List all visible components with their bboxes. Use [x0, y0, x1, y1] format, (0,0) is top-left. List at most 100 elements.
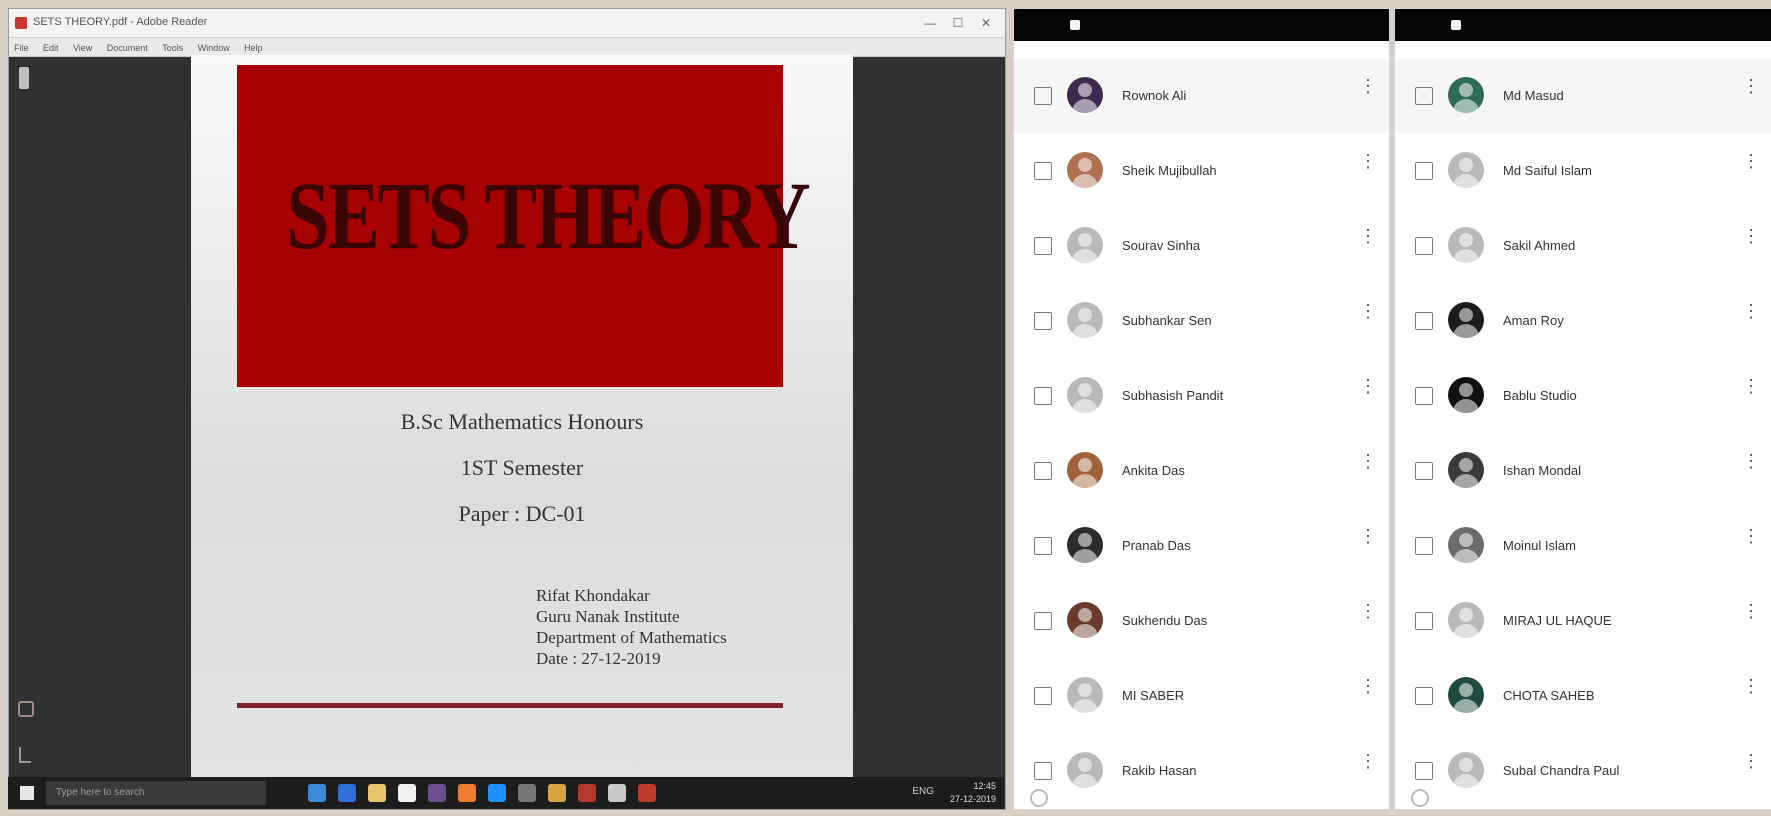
- contact-row[interactable]: Rakib Hasan ⋮: [1014, 734, 1389, 808]
- more-options-icon[interactable]: ⋮: [1359, 152, 1377, 170]
- contact-checkbox[interactable]: [1034, 87, 1052, 105]
- contact-checkbox[interactable]: [1034, 237, 1052, 255]
- taskbar-search-input[interactable]: Type here to search: [46, 781, 266, 805]
- contact-row[interactable]: MI SABER ⋮: [1014, 659, 1389, 733]
- more-options-icon[interactable]: ⋮: [1742, 452, 1760, 470]
- contact-checkbox[interactable]: [1415, 762, 1433, 780]
- contact-row[interactable]: Moinul Islam ⋮: [1395, 509, 1771, 583]
- chrome-icon[interactable]: [578, 784, 596, 802]
- contact-row[interactable]: Pranab Das ⋮: [1014, 509, 1389, 583]
- more-options-icon[interactable]: ⋮: [1742, 152, 1760, 170]
- more-options-icon[interactable]: ⋮: [1359, 227, 1377, 245]
- contacts-panel-right: Md Masud ⋮ Md Saiful Islam ⋮ Sakil Ahmed ⋮ Ama…: [1394, 8, 1771, 810]
- menu-help[interactable]: Help: [239, 40, 268, 56]
- contact-row[interactable]: Subal Chandra Paul ⋮: [1395, 734, 1771, 808]
- app-icon-5[interactable]: [428, 784, 446, 802]
- contact-checkbox[interactable]: [1034, 537, 1052, 555]
- menu-document[interactable]: Document: [102, 40, 153, 56]
- task-view-icon[interactable]: [308, 784, 326, 802]
- contact-checkbox[interactable]: [1415, 162, 1433, 180]
- more-options-icon[interactable]: ⋮: [1742, 377, 1760, 395]
- contact-row[interactable]: Rownok Ali ⋮: [1014, 59, 1389, 133]
- bookmark-icon[interactable]: [19, 67, 29, 89]
- contact-row[interactable]: Sakil Ahmed ⋮: [1395, 209, 1771, 283]
- contact-row[interactable]: Sukhendu Das ⋮: [1014, 584, 1389, 658]
- more-options-icon[interactable]: ⋮: [1742, 77, 1760, 95]
- edge-icon[interactable]: [338, 784, 356, 802]
- language-indicator[interactable]: ENG: [912, 786, 934, 797]
- document-date: Date : 27-12-2019: [536, 649, 661, 668]
- contact-row[interactable]: CHOTA SAHEB ⋮: [1395, 659, 1771, 733]
- maximize-icon[interactable]: ☐: [945, 13, 971, 33]
- more-options-icon[interactable]: ⋮: [1742, 302, 1760, 320]
- refresh-icon[interactable]: [1411, 789, 1429, 807]
- contact-checkbox[interactable]: [1034, 387, 1052, 405]
- more-options-icon[interactable]: ⋮: [1359, 77, 1377, 95]
- notepad-icon[interactable]: [398, 784, 416, 802]
- menu-edit[interactable]: Edit: [38, 40, 64, 56]
- adobe-reader-icon[interactable]: [638, 784, 656, 802]
- more-options-icon[interactable]: ⋮: [1359, 602, 1377, 620]
- department-name: Department of Mathematics: [536, 628, 727, 647]
- contact-row[interactable]: Bablu Studio ⋮: [1395, 359, 1771, 433]
- contact-checkbox[interactable]: [1415, 387, 1433, 405]
- panel-top-bar: [1014, 9, 1389, 41]
- contact-checkbox[interactable]: [1034, 687, 1052, 705]
- contact-row[interactable]: Ankita Das ⋮: [1014, 434, 1389, 508]
- refresh-icon[interactable]: [1030, 789, 1048, 807]
- contact-row[interactable]: Md Saiful Islam ⋮: [1395, 134, 1771, 208]
- contact-name: Ishan Mondal: [1503, 463, 1582, 478]
- app-icon-9[interactable]: [548, 784, 566, 802]
- menu-file[interactable]: File: [9, 40, 34, 56]
- contact-checkbox[interactable]: [1415, 237, 1433, 255]
- contact-row[interactable]: Md Masud ⋮: [1395, 59, 1771, 133]
- contact-row[interactable]: Ishan Mondal ⋮: [1395, 434, 1771, 508]
- window-title: SETS THEORY.pdf - Adobe Reader: [33, 16, 208, 28]
- contact-checkbox[interactable]: [1034, 312, 1052, 330]
- contact-checkbox[interactable]: [1415, 687, 1433, 705]
- close-icon[interactable]: ✕: [973, 13, 999, 33]
- minimize-icon[interactable]: —: [917, 13, 943, 33]
- contact-row[interactable]: Sourav Sinha ⋮: [1014, 209, 1389, 283]
- pages-icon[interactable]: [19, 747, 31, 763]
- contact-checkbox[interactable]: [1415, 312, 1433, 330]
- contact-row[interactable]: MIRAJ UL HAQUE ⋮: [1395, 584, 1771, 658]
- more-options-icon[interactable]: ⋮: [1359, 377, 1377, 395]
- contact-checkbox[interactable]: [1034, 762, 1052, 780]
- avatar: [1448, 77, 1484, 113]
- contact-row[interactable]: Subhasish Pandit ⋮: [1014, 359, 1389, 433]
- more-options-icon[interactable]: ⋮: [1742, 677, 1760, 695]
- contact-checkbox[interactable]: [1034, 162, 1052, 180]
- contact-row[interactable]: Sheik Mujibullah ⋮: [1014, 134, 1389, 208]
- app-icon-6[interactable]: [458, 784, 476, 802]
- menu-window[interactable]: Window: [193, 40, 235, 56]
- contact-checkbox[interactable]: [1415, 87, 1433, 105]
- more-options-icon[interactable]: ⋮: [1359, 752, 1377, 770]
- windows-start-icon[interactable]: [20, 786, 34, 800]
- more-options-icon[interactable]: ⋮: [1359, 527, 1377, 545]
- contact-checkbox[interactable]: [1415, 612, 1433, 630]
- contact-checkbox[interactable]: [1415, 537, 1433, 555]
- contact-row[interactable]: Aman Roy ⋮: [1395, 284, 1771, 358]
- avatar: [1448, 527, 1484, 563]
- more-options-icon[interactable]: ⋮: [1359, 452, 1377, 470]
- menu-tools[interactable]: Tools: [157, 40, 188, 56]
- contact-row[interactable]: Subhankar Sen ⋮: [1014, 284, 1389, 358]
- contact-checkbox[interactable]: [1034, 612, 1052, 630]
- attachment-icon[interactable]: [18, 701, 34, 717]
- more-options-icon[interactable]: ⋮: [1742, 227, 1760, 245]
- more-options-icon[interactable]: ⋮: [1742, 752, 1760, 770]
- contact-checkbox[interactable]: [1034, 462, 1052, 480]
- app-icon-8[interactable]: [518, 784, 536, 802]
- app-icon-11[interactable]: [608, 784, 626, 802]
- menu-view[interactable]: View: [68, 40, 97, 56]
- more-options-icon[interactable]: ⋮: [1359, 677, 1377, 695]
- more-options-icon[interactable]: ⋮: [1742, 602, 1760, 620]
- contact-name: Bablu Studio: [1503, 388, 1577, 403]
- more-options-icon[interactable]: ⋮: [1359, 302, 1377, 320]
- more-options-icon[interactable]: ⋮: [1742, 527, 1760, 545]
- file-explorer-icon[interactable]: [368, 784, 386, 802]
- contact-checkbox[interactable]: [1415, 462, 1433, 480]
- taskbar-clock[interactable]: 12:45 27-12-2019: [950, 780, 996, 806]
- app-icon-7[interactable]: [488, 784, 506, 802]
